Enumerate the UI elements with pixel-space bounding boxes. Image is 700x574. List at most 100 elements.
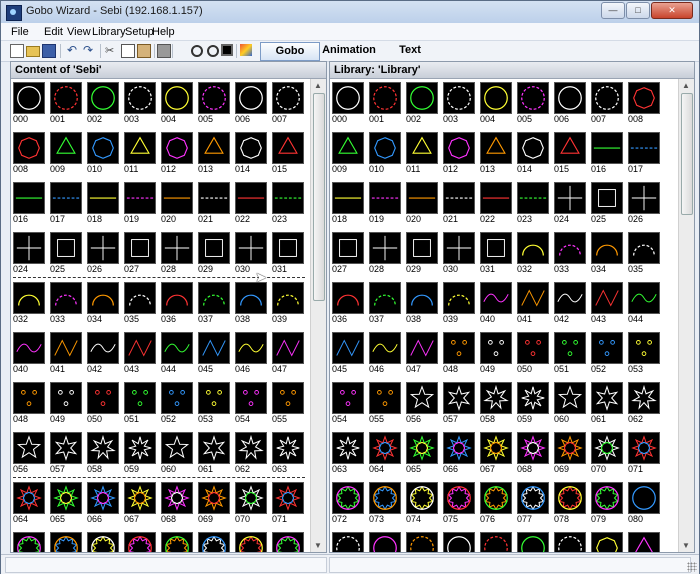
gobo-thumbnail[interactable]: 048 <box>443 332 475 376</box>
gobo-thumbnail[interactable]: 030 <box>443 232 475 276</box>
gobo-thumbnail[interactable]: 057 <box>50 432 82 476</box>
menu-help[interactable]: Help <box>152 26 175 38</box>
menu-library[interactable]: Library <box>92 26 126 38</box>
gobo-thumbnail[interactable]: 037 <box>369 282 401 326</box>
gobo-thumbnail[interactable]: 063 <box>332 432 364 476</box>
gobo-thumbnail[interactable]: 060 <box>161 432 193 476</box>
gobo-thumbnail[interactable]: 041 <box>517 282 549 326</box>
gobo-thumbnail[interactable]: 023 <box>517 182 549 226</box>
gobo-thumbnail[interactable]: 019 <box>124 182 156 226</box>
gobo-thumbnail[interactable]: 034 <box>87 282 119 326</box>
gobo-thumbnail[interactable]: 021 <box>443 182 475 226</box>
gobo-thumbnail[interactable]: 078 <box>554 482 586 526</box>
paste-icon[interactable] <box>137 44 151 58</box>
gobo-thumbnail[interactable]: 068 <box>517 432 549 476</box>
gobo-thumbnail[interactable] <box>13 532 45 552</box>
gobo-thumbnail[interactable]: 063 <box>272 432 304 476</box>
gobo-thumbnail[interactable]: 026 <box>628 182 660 226</box>
gobo-thumbnail[interactable]: 073 <box>369 482 401 526</box>
gobo-thumbnail[interactable]: 072 <box>332 482 364 526</box>
gobo-thumbnail[interactable]: 004 <box>480 82 512 126</box>
gobo-thumbnail[interactable]: 077 <box>517 482 549 526</box>
gobo-thumbnail[interactable]: 013 <box>198 132 230 176</box>
gobo-thumbnail[interactable]: 071 <box>272 482 304 526</box>
color-icon[interactable] <box>240 44 252 56</box>
gobo-thumbnail[interactable]: 022 <box>235 182 267 226</box>
gobo-thumbnail[interactable]: 074 <box>406 482 438 526</box>
gobo-thumbnail[interactable] <box>517 532 549 552</box>
gobo-thumbnail[interactable]: 038 <box>235 282 267 326</box>
gobo-thumbnail[interactable]: 037 <box>198 282 230 326</box>
gobo-thumbnail[interactable]: 008 <box>628 82 660 126</box>
gobo-thumbnail[interactable]: 045 <box>198 332 230 376</box>
menu-file[interactable]: File <box>11 26 29 38</box>
gobo-thumbnail[interactable]: 049 <box>480 332 512 376</box>
gobo-thumbnail[interactable]: 009 <box>332 132 364 176</box>
gobo-thumbnail[interactable]: 049 <box>50 382 82 426</box>
gobo-thumbnail[interactable]: 003 <box>443 82 475 126</box>
gobo-thumbnail[interactable]: 013 <box>480 132 512 176</box>
open-folder-icon[interactable] <box>26 46 40 57</box>
gobo-thumbnail[interactable]: 001 <box>50 82 82 126</box>
redo-icon[interactable]: ↷ <box>83 44 95 56</box>
print-icon[interactable] <box>157 44 171 58</box>
gobo-thumbnail[interactable] <box>591 532 623 552</box>
gobo-thumbnail[interactable]: 053 <box>198 382 230 426</box>
gobo-thumbnail[interactable]: 012 <box>443 132 475 176</box>
gobo-thumbnail[interactable]: 059 <box>517 382 549 426</box>
gobo-thumbnail[interactable]: 052 <box>591 332 623 376</box>
tab-gobo[interactable]: Gobo <box>260 42 320 61</box>
resize-grip-icon[interactable] <box>687 562 697 572</box>
cut-icon[interactable]: ✂ <box>105 44 117 57</box>
gobo-thumbnail[interactable]: 010 <box>87 132 119 176</box>
gobo-thumbnail[interactable]: 065 <box>50 482 82 526</box>
gobo-thumbnail[interactable]: 055 <box>272 382 304 426</box>
gobo-thumbnail[interactable]: 033 <box>554 232 586 276</box>
gobo-thumbnail[interactable]: 055 <box>369 382 401 426</box>
gobo-thumbnail[interactable]: 032 <box>13 282 45 326</box>
gobo-thumbnail[interactable]: 035 <box>628 232 660 276</box>
gobo-thumbnail[interactable]: 035 <box>124 282 156 326</box>
gobo-thumbnail[interactable]: 046 <box>235 332 267 376</box>
zoom-out-icon[interactable] <box>191 45 203 57</box>
gobo-thumbnail[interactable]: 025 <box>591 182 623 226</box>
gobo-thumbnail[interactable]: 023 <box>272 182 304 226</box>
gobo-thumbnail[interactable]: 067 <box>480 432 512 476</box>
gobo-thumbnail[interactable]: 058 <box>87 432 119 476</box>
maximize-button[interactable]: □ <box>626 2 650 19</box>
gobo-thumbnail[interactable] <box>161 532 193 552</box>
new-file-icon[interactable] <box>10 44 24 58</box>
minimize-button[interactable]: — <box>601 2 625 19</box>
gobo-thumbnail[interactable]: 050 <box>87 382 119 426</box>
gobo-thumbnail[interactable]: 036 <box>332 282 364 326</box>
gobo-thumbnail[interactable]: 080 <box>628 482 660 526</box>
gobo-thumbnail[interactable]: 015 <box>554 132 586 176</box>
gobo-thumbnail[interactable] <box>554 532 586 552</box>
gobo-thumbnail[interactable]: 052 <box>161 382 193 426</box>
gobo-thumbnail[interactable]: 062 <box>628 382 660 426</box>
gobo-thumbnail[interactable]: 045 <box>332 332 364 376</box>
gobo-thumbnail[interactable]: 014 <box>517 132 549 176</box>
gobo-thumbnail[interactable]: 056 <box>406 382 438 426</box>
gobo-thumbnail[interactable]: 024 <box>13 232 45 276</box>
gobo-thumbnail[interactable]: 025 <box>50 232 82 276</box>
undo-icon[interactable]: ↶ <box>67 44 79 56</box>
gobo-thumbnail[interactable]: 069 <box>198 482 230 526</box>
gobo-thumbnail[interactable]: 056 <box>13 432 45 476</box>
gobo-thumbnail[interactable]: 047 <box>406 332 438 376</box>
gobo-thumbnail[interactable] <box>369 532 401 552</box>
gobo-thumbnail[interactable]: 068 <box>161 482 193 526</box>
tab-text[interactable]: Text <box>381 42 439 59</box>
gobo-thumbnail[interactable]: 008 <box>13 132 45 176</box>
right-scrollbar[interactable]: ▲ ▼ <box>678 79 694 552</box>
gobo-thumbnail[interactable] <box>124 532 156 552</box>
gobo-thumbnail[interactable]: 050 <box>517 332 549 376</box>
gobo-thumbnail[interactable]: 033 <box>50 282 82 326</box>
left-scroll-thumb[interactable] <box>313 93 325 301</box>
gobo-thumbnail[interactable]: 018 <box>332 182 364 226</box>
gobo-thumbnail[interactable]: 054 <box>235 382 267 426</box>
gobo-thumbnail[interactable] <box>87 532 119 552</box>
gobo-thumbnail[interactable]: 020 <box>161 182 193 226</box>
gobo-thumbnail[interactable]: 065 <box>406 432 438 476</box>
close-button[interactable]: ✕ <box>651 2 693 19</box>
